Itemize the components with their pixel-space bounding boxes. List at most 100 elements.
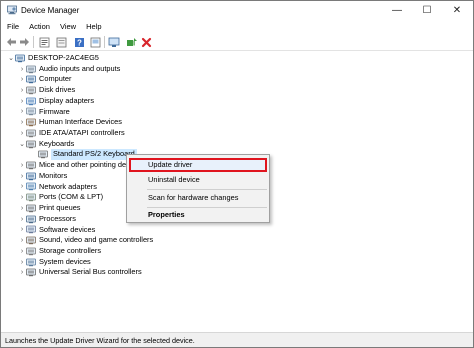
- context-uninstall-device[interactable]: Uninstall device: [127, 173, 269, 187]
- tree-item-usb[interactable]: › Universal Serial Bus controllers: [18, 267, 142, 278]
- tree-item-software-device[interactable]: › Software devices: [18, 225, 95, 236]
- tree-item-label: Mice and other pointing de: [39, 160, 127, 170]
- context-scan-hardware[interactable]: Scan for hardware changes: [127, 191, 269, 205]
- close-icon: ✕: [452, 5, 462, 16]
- context-update-driver[interactable]: Update driver: [129, 158, 267, 172]
- expand-arrow-icon[interactable]: ›: [18, 119, 26, 127]
- computer-icon: [15, 54, 25, 63]
- tree-item-label: System devices: [39, 256, 91, 266]
- tree-item-label: Software devices: [39, 224, 96, 234]
- menu-file[interactable]: File: [1, 20, 24, 33]
- expand-arrow-icon[interactable]: ›: [18, 162, 26, 170]
- expand-arrow-icon[interactable]: ›: [18, 204, 26, 212]
- tree-item-label: Sound, video and game controllers: [39, 235, 154, 245]
- maximize-icon: ☐: [422, 5, 432, 16]
- update-driver-icon: [90, 37, 100, 47]
- tree-item-speaker[interactable]: › Audio inputs and outputs: [18, 64, 120, 75]
- toolbar: ?: [1, 33, 473, 51]
- window-title: Device Manager: [21, 6, 80, 15]
- tree-item-label: Processors: [39, 213, 76, 223]
- back-arrow-icon: [6, 38, 16, 46]
- expand-arrow-icon[interactable]: ›: [18, 269, 26, 277]
- toolbar-separator: [104, 36, 105, 48]
- tree-item-mouse[interactable]: › Mice and other pointing de: [18, 160, 126, 171]
- tree-item-display-adapter[interactable]: › Display adapters: [18, 96, 94, 107]
- menu-action[interactable]: Action: [24, 20, 55, 33]
- expand-arrow-icon[interactable]: ›: [18, 108, 26, 116]
- tree-item-label: Disk drives: [39, 85, 76, 95]
- expand-arrow-icon[interactable]: ›: [18, 76, 26, 84]
- minimize-button[interactable]: —: [382, 1, 412, 20]
- tree-item-hid[interactable]: › Human Interface Devices: [18, 117, 122, 128]
- properties-button[interactable]: [38, 36, 50, 48]
- expand-arrow-icon[interactable]: ›: [18, 194, 26, 202]
- tree-item-firmware[interactable]: › Firmware: [18, 107, 70, 118]
- display-adapter-icon: [26, 97, 36, 105]
- expand-arrow-icon[interactable]: ›: [18, 87, 26, 95]
- tree-item-label: Monitors: [39, 170, 68, 180]
- processor-icon: [26, 215, 36, 223]
- tree-item-ide-controller[interactable]: › IDE ATA/ATAPI controllers: [18, 128, 125, 139]
- view-devices-button[interactable]: [108, 36, 120, 48]
- expand-arrow-icon[interactable]: ›: [18, 226, 26, 234]
- tree-item-port[interactable]: › Ports (COM & LPT): [18, 192, 103, 203]
- svg-text:?: ?: [77, 38, 82, 47]
- forward-arrow-icon: [19, 38, 29, 46]
- back-button[interactable]: [5, 36, 17, 48]
- help-button[interactable]: ?: [73, 36, 85, 48]
- minimize-icon: —: [392, 5, 402, 16]
- expand-arrow-icon[interactable]: ›: [18, 237, 26, 245]
- maximize-button[interactable]: ☐: [412, 1, 442, 20]
- tree-item-computer[interactable]: › Computer: [18, 74, 71, 85]
- tree-item-processor[interactable]: › Processors: [18, 214, 76, 225]
- forward-button[interactable]: [18, 36, 30, 48]
- printer-icon: [26, 204, 36, 213]
- uninstall-button[interactable]: [140, 36, 152, 48]
- expand-arrow-icon[interactable]: ›: [18, 258, 26, 266]
- menu-help[interactable]: Help: [81, 20, 106, 33]
- tree-item-label: Computer: [39, 74, 72, 84]
- context-separator: [147, 189, 267, 190]
- tree-item-label: Audio inputs and outputs: [39, 63, 121, 73]
- tree-item-system-device[interactable]: › System devices: [18, 257, 91, 268]
- status-text: Launches the Update Driver Wizard for th…: [5, 336, 195, 345]
- context-properties[interactable]: Properties: [127, 208, 269, 222]
- expand-arrow-icon[interactable]: ›: [18, 129, 26, 137]
- tree-item-sound-controller[interactable]: › Sound, video and game controllers: [18, 235, 153, 246]
- mouse-icon: [26, 161, 36, 170]
- collapse-arrow-icon[interactable]: ⌄: [7, 54, 15, 62]
- tree-item-label: Display adapters: [39, 95, 95, 105]
- expand-arrow-icon[interactable]: ›: [18, 172, 26, 180]
- help-icon: ?: [74, 37, 84, 47]
- update-driver-toolbar-button[interactable]: [89, 36, 101, 48]
- tree-item-monitor[interactable]: › Monitors: [18, 171, 67, 182]
- tree-item-label: Universal Serial Bus controllers: [39, 267, 142, 277]
- tree-item-network-adapter[interactable]: › Network adapters: [18, 182, 97, 193]
- storage-controller-icon: [26, 247, 36, 255]
- expand-arrow-icon[interactable]: ›: [18, 97, 26, 105]
- tree-item-label: Human Interface Devices: [39, 117, 122, 127]
- port-icon: [26, 193, 36, 202]
- scan-hardware-button[interactable]: [126, 36, 138, 48]
- tree-root[interactable]: ⌄ DESKTOP-2AC4EG5: [7, 53, 99, 64]
- tree-item-keyboard[interactable]: ⌄ Keyboards: [18, 139, 74, 150]
- collapse-arrow-icon[interactable]: ⌄: [18, 140, 26, 148]
- tree-item-storage-controller[interactable]: › Storage controllers: [18, 246, 101, 257]
- expand-arrow-icon[interactable]: ›: [18, 183, 26, 191]
- close-button[interactable]: ✕: [442, 1, 472, 20]
- tree-item-printer[interactable]: › Print queues: [18, 203, 81, 214]
- menu-view[interactable]: View: [55, 20, 81, 33]
- monitor-icon: [26, 172, 36, 180]
- computer-icon: [26, 75, 36, 84]
- expand-arrow-icon[interactable]: ›: [18, 65, 26, 73]
- expand-arrow-icon[interactable]: ›: [18, 247, 26, 255]
- software-device-icon: [26, 225, 36, 234]
- disk-drive-icon: [26, 86, 36, 95]
- tree-item-device-selected[interactable]: Standard PS/2 Keyboard: [38, 149, 137, 161]
- context-menu: Update driver Uninstall device Scan for …: [126, 154, 270, 223]
- expand-arrow-icon[interactable]: ›: [18, 215, 26, 223]
- tree-item-disk-drive[interactable]: › Disk drives: [18, 85, 75, 96]
- show-hidden-button[interactable]: [55, 36, 67, 48]
- scan-hardware-icon: [127, 37, 137, 46]
- tree-item-label: Ports (COM & LPT): [39, 192, 104, 202]
